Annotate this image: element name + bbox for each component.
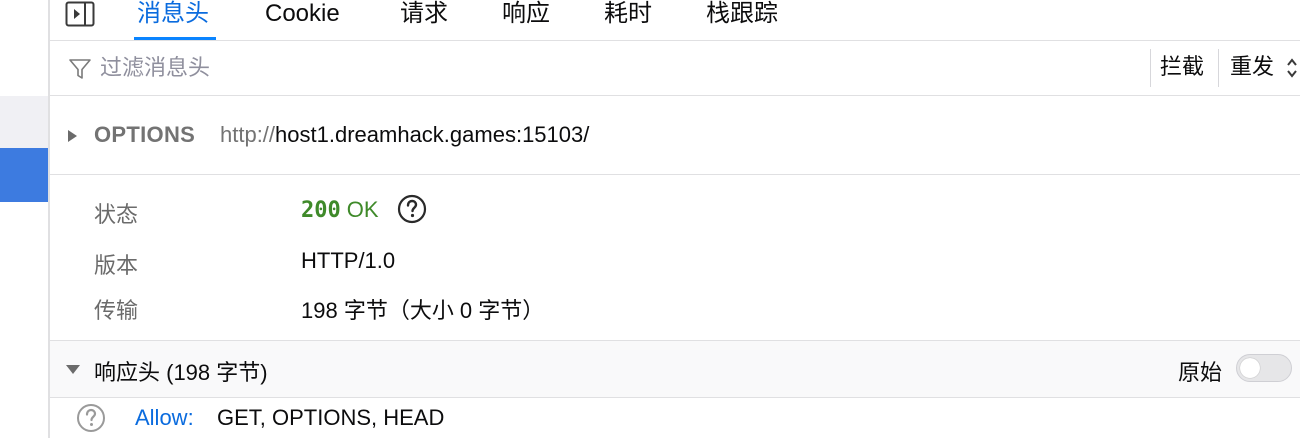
filter-headers-input[interactable] [100,53,1140,83]
collapse-arrow-icon[interactable] [66,365,80,374]
tab-timings[interactable]: 耗时 [604,0,652,28]
raw-toggle-label: 原始 [1178,360,1223,385]
transfer-value: 198 字节（大小 0 字节） [301,298,545,323]
raw-toggle[interactable] [1236,354,1292,382]
transfer-label: 传输 [94,298,139,323]
request-summary[interactable]: OPTIONS http://host1.dreamhack.games:151… [50,96,1300,175]
request-list-strip [0,0,48,438]
details-tabbar: 消息头 Cookie 请求 响应 耗时 栈跟踪 [50,0,1300,41]
chevron-updown-icon[interactable] [1286,55,1298,81]
version-label: 版本 [94,253,139,278]
status-value: 200 OK [301,194,427,224]
help-icon[interactable] [76,403,106,433]
sidebar-toggle-icon [65,1,95,27]
toolbar-divider [1218,49,1219,87]
tab-stack-trace[interactable]: 栈跟踪 [706,0,778,28]
block-button[interactable]: 拦截 [1160,51,1204,83]
toggle-knob [1240,358,1260,378]
response-headers-section[interactable]: 响应头 (198 字节) 原始 [50,340,1300,398]
tab-request[interactable]: 请求 [400,0,448,28]
url-host-path: host1.dreamhack.games:15103/ [275,122,590,147]
help-icon[interactable] [397,194,427,224]
header-name: Allow: [135,405,194,430]
headers-panel: 消息头 Cookie 请求 响应 耗时 栈跟踪 拦截 重发 OPTIONS ht… [50,0,1300,438]
tab-headers[interactable]: 消息头 [137,0,209,28]
status-label: 状态 [94,202,139,227]
toolbar-divider [1150,49,1151,87]
url-scheme: http:// [220,122,276,147]
header-row[interactable]: Allow: GET, OPTIONS, HEAD [50,397,1300,438]
tab-cookies[interactable]: Cookie [265,0,340,28]
expand-arrow-icon[interactable] [68,130,77,142]
active-tab-indicator [134,37,216,40]
header-value: GET, OPTIONS, HEAD [217,405,445,430]
filter-toolbar: 拦截 重发 [50,41,1300,96]
request-list-row[interactable] [0,96,48,148]
request-url: http://host1.dreamhack.games:15103/ [220,122,589,148]
request-method: OPTIONS [94,122,196,147]
filter-icon [69,59,91,79]
version-value: HTTP/1.0 [301,248,396,273]
status-text: OK [346,197,379,222]
status-code: 200 [301,198,341,223]
toggle-sidebar-button[interactable] [64,0,96,28]
response-headers-title: 响应头 (198 字节) [94,360,268,385]
tab-response[interactable]: 响应 [502,0,550,28]
resend-button[interactable]: 重发 [1230,51,1274,83]
request-list-row-selected[interactable] [0,148,48,202]
